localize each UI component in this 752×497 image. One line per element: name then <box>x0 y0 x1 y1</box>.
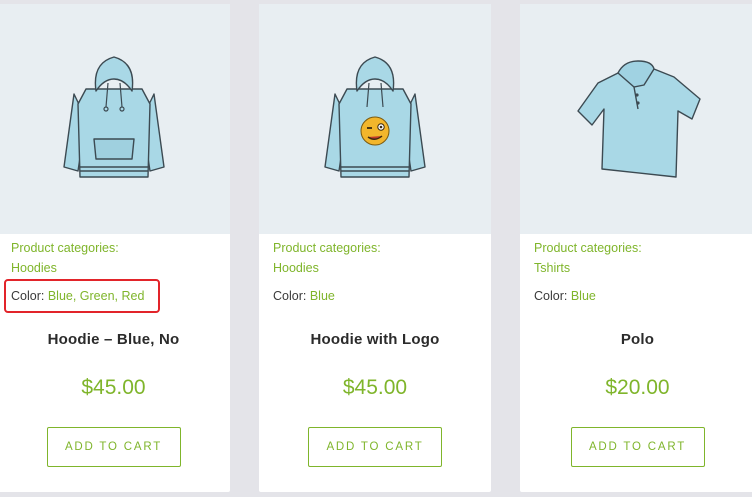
color-values[interactable]: Blue <box>310 289 335 303</box>
product-card: Product categories: Hoodies Color: Blue … <box>259 4 491 492</box>
color-label: Color: <box>11 289 45 303</box>
product-price: $45.00 <box>342 376 408 399</box>
product-image[interactable] <box>0 4 230 234</box>
polo-shirt-icon <box>576 60 701 178</box>
color-label: Color: <box>273 289 307 303</box>
product-card: Product categories: Hoodies Color: Blue,… <box>0 4 230 492</box>
product-categories-label: Product categories: <box>273 241 381 255</box>
blue-hoodie-icon <box>62 56 165 178</box>
color-attribute: Color: Blue <box>534 288 596 304</box>
category-link-tshirts[interactable]: Tshirts <box>534 260 570 276</box>
product-price: $20.00 <box>605 376 670 399</box>
category-link-hoodies[interactable]: Hoodies <box>273 260 319 276</box>
color-attribute: Color: Blue, Green, Red <box>11 288 144 304</box>
product-price: $45.00 <box>81 376 146 399</box>
color-values[interactable]: Blue, Green, Red <box>48 289 145 303</box>
add-to-cart-button[interactable]: ADD TO CART <box>46 427 181 467</box>
hoodie-with-wink-logo-icon <box>324 56 426 178</box>
product-title[interactable]: Polo <box>520 331 752 348</box>
product-image[interactable] <box>520 4 752 234</box>
product-categories-label: Product categories: <box>534 241 642 255</box>
product-categories-label: Product categories: <box>11 241 119 255</box>
color-label: Color: <box>534 289 568 303</box>
add-to-cart-button[interactable]: ADD TO CART <box>308 427 442 467</box>
category-link-hoodies[interactable]: Hoodies <box>11 260 57 276</box>
product-title[interactable]: Hoodie – Blue, No <box>0 331 230 348</box>
color-values[interactable]: Blue <box>571 289 596 303</box>
product-title[interactable]: Hoodie with Logo <box>259 331 491 348</box>
product-image[interactable] <box>259 4 491 234</box>
product-card: Product categories: Tshirts Color: Blue … <box>520 4 752 492</box>
color-attribute: Color: Blue <box>273 288 335 304</box>
add-to-cart-button[interactable]: ADD TO CART <box>570 427 705 467</box>
